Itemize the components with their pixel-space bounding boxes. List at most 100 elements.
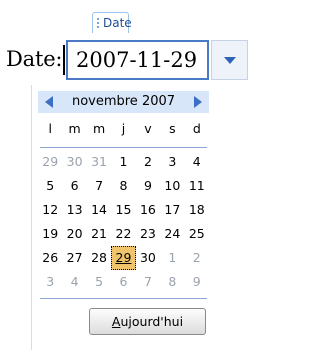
day-cell[interactable]: 14 (87, 198, 111, 222)
day-cell[interactable]: 12 (38, 198, 62, 222)
day-cell[interactable]: 5 (38, 174, 62, 198)
day-number: 25 (188, 226, 205, 241)
day-cell[interactable]: 25 (185, 222, 209, 246)
day-number: 5 (46, 178, 55, 193)
day-cell[interactable]: 2 (185, 246, 209, 270)
day-number: 9 (143, 178, 152, 193)
day-number: 4 (192, 154, 201, 169)
today-button-label: ujourd'hui (120, 314, 184, 329)
day-number: 10 (164, 178, 181, 193)
day-number: 9 (192, 274, 201, 289)
day-number: 7 (95, 178, 104, 193)
day-number: 3 (46, 274, 55, 289)
field-tag-label: Date (103, 16, 132, 30)
day-number: 17 (164, 202, 181, 217)
day-number: 12 (42, 202, 59, 217)
day-cell[interactable]: 3 (38, 270, 62, 294)
day-number: 2 (143, 154, 152, 169)
day-cell[interactable]: 9 (185, 270, 209, 294)
day-cell[interactable]: 20 (62, 222, 86, 246)
today-button[interactable]: Aujourd'hui (89, 308, 206, 335)
day-number: 6 (70, 178, 79, 193)
day-cell[interactable]: 26 (38, 246, 62, 270)
day-cell[interactable]: 4 (185, 150, 209, 174)
day-cell[interactable]: 9 (136, 174, 160, 198)
day-number: 18 (188, 202, 205, 217)
day-cell[interactable]: 30 (136, 246, 160, 270)
day-cell[interactable]: 27 (62, 246, 86, 270)
day-cell[interactable]: 1 (111, 150, 135, 174)
day-cell[interactable]: 15 (111, 198, 135, 222)
day-grid: 29 30 31 1 2 3 4 5 6 7 8 9 10 11 12 13 14 15 16 17 18 19 20 21 2… (38, 150, 209, 294)
day-cell[interactable]: 5 (87, 270, 111, 294)
day-cell[interactable]: 4 (62, 270, 86, 294)
weekday-row: lmmjvsd (38, 121, 209, 137)
day-number: 21 (91, 226, 108, 241)
calendar-header: novembre 2007 (38, 91, 209, 113)
day-cell[interactable]: 29 (38, 150, 62, 174)
day-number: 16 (139, 202, 156, 217)
day-cell-selected[interactable]: 29 (111, 246, 136, 270)
day-number: 5 (95, 274, 104, 289)
day-cell[interactable]: 7 (87, 174, 111, 198)
weekday-header: d (192, 121, 201, 136)
weekday-header: m (68, 121, 81, 136)
day-cell[interactable]: 7 (136, 270, 160, 294)
day-number: 8 (119, 178, 128, 193)
day-cell[interactable]: 3 (160, 150, 184, 174)
grip-icon (97, 18, 101, 28)
triangle-down-icon (224, 57, 236, 64)
day-number: 13 (66, 202, 83, 217)
weekday-header: v (144, 121, 152, 136)
day-cell[interactable]: 18 (185, 198, 209, 222)
day-cell[interactable]: 31 (87, 150, 111, 174)
day-number: 2 (192, 250, 201, 265)
day-cell[interactable]: 16 (136, 198, 160, 222)
label-divider (63, 45, 65, 75)
day-cell[interactable]: 22 (111, 222, 135, 246)
day-number: 6 (119, 274, 128, 289)
day-number: 24 (164, 226, 181, 241)
day-number: 4 (70, 274, 79, 289)
day-number: 11 (188, 178, 205, 193)
day-number: 30 (139, 250, 156, 265)
day-cell[interactable]: 17 (160, 198, 184, 222)
date-input[interactable]: 2007-11-29 (66, 40, 209, 80)
day-cell[interactable]: 24 (160, 222, 184, 246)
day-cell[interactable]: 13 (62, 198, 86, 222)
day-number: 26 (42, 250, 59, 265)
day-number: 20 (66, 226, 83, 241)
day-number: 1 (119, 154, 128, 169)
day-cell[interactable]: 21 (87, 222, 111, 246)
weekday-header: l (48, 121, 52, 136)
day-number: 27 (66, 250, 83, 265)
day-number: 29 (115, 250, 132, 265)
date-label: Date: (6, 47, 63, 71)
month-title: novembre 2007 (71, 94, 176, 109)
day-cell[interactable]: 11 (185, 174, 209, 198)
weekday-header: j (121, 121, 126, 136)
triangle-right-icon[interactable] (191, 95, 205, 109)
day-cell[interactable]: 23 (136, 222, 160, 246)
dropdown-button[interactable] (211, 40, 248, 80)
day-cell[interactable]: 6 (62, 174, 86, 198)
divider (40, 298, 207, 299)
day-number: 15 (115, 202, 132, 217)
weekday-header: s (169, 121, 176, 136)
day-cell[interactable]: 6 (111, 270, 135, 294)
day-number: 1 (168, 250, 177, 265)
day-number: 3 (168, 154, 177, 169)
day-cell[interactable]: 10 (160, 174, 184, 198)
day-number: 7 (143, 274, 152, 289)
day-cell[interactable]: 19 (38, 222, 62, 246)
day-cell[interactable]: 8 (111, 174, 135, 198)
day-number: 8 (168, 274, 177, 289)
day-cell[interactable]: 1 (160, 246, 184, 270)
day-cell[interactable]: 28 (87, 246, 111, 270)
day-cell[interactable]: 2 (136, 150, 160, 174)
day-number: 14 (91, 202, 108, 217)
day-cell[interactable]: 30 (62, 150, 86, 174)
day-number: 22 (115, 226, 132, 241)
day-number: 31 (91, 154, 108, 169)
day-cell[interactable]: 8 (160, 270, 184, 294)
